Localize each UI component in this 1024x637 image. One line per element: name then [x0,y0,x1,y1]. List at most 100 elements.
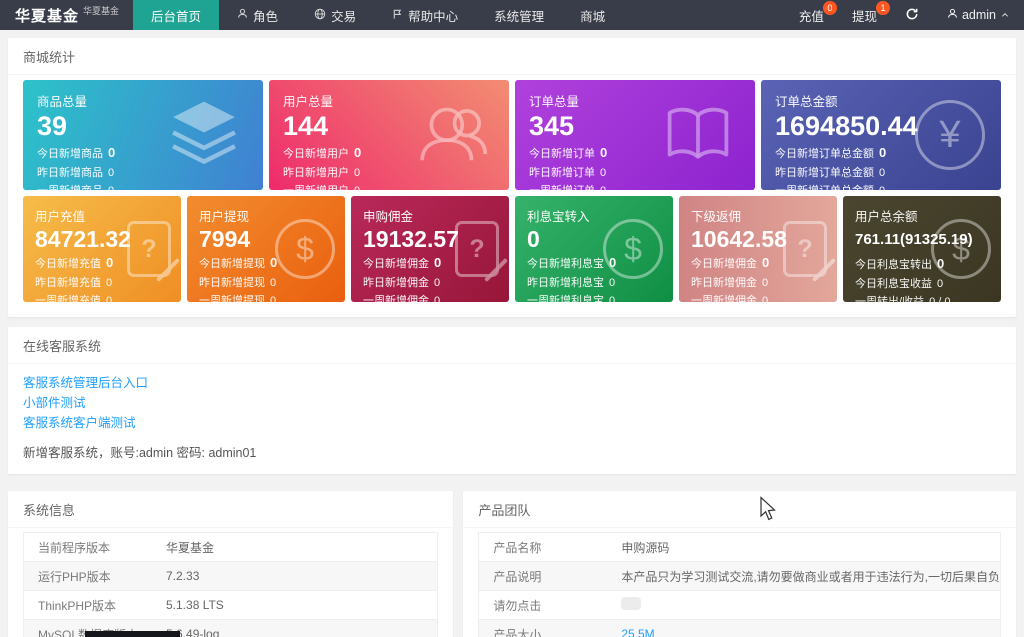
stat-value: 761.11(91325.19) [855,231,973,248]
stat-sub-value: 0 [108,166,115,179]
table-row: 产品大小 25.5M [479,620,1000,637]
nav-item-label: 系统管理 [494,9,545,24]
stat-sub-label: 昨日新增提现 [199,276,265,289]
stat-card-balance: 用户总余额 761.11(91325.19) 今日利息宝转出 0 今日利息宝收益 0… [843,196,1001,302]
stat-sub-value: 0 [106,295,113,302]
stat-value: 19132.57 [363,226,459,252]
stat-value: 7994 [199,226,251,252]
stat-value: 0 [527,226,540,252]
stat-title: 用户总量 [283,95,334,109]
nav-item-system[interactable]: 系统管理 [476,0,562,30]
stat-value: 10642.58 [691,226,787,252]
service-credentials-note: 新增客服系统，账号:admin 密码: admin01 [23,446,257,460]
stat-value: 39 [37,111,68,141]
stat-title: 用户总余额 [855,210,918,224]
stat-sub-label: 一周新增佣金 [691,295,757,302]
nav-item-roles[interactable]: 角色 [219,0,296,30]
system-info-table: 当前程序版本 华夏基金 运行PHP版本 7.2.33 ThinkPHP版本 5.1.3… [23,532,439,637]
stat-sub-value: 0 [879,145,887,161]
stat-sub-value: 0 [609,255,617,271]
stat-sub-value: 0 [106,255,114,271]
stat-sub-label: 一周新增佣金 [363,295,429,302]
nav-item-label: 角色 [253,9,279,24]
product-team-table: 产品名称 申购源码 产品说明 本产品只为学习测试交流,请勿要做商业或者用于违法行为,… [478,532,1001,637]
table-row: 运行PHP版本 7.2.33 [24,562,438,591]
stat-sub-label: 一周新增用户 [283,185,349,190]
stat-sub-value: 0 [108,185,114,190]
stat-sub-label: 一周新增商品 [37,185,103,190]
stat-card-order-amount: 订单总金额 1694850.44 今日新增订单总金额 0 昨日新增订单总金额 0 一… [761,80,1001,190]
stat-card-rebate: 下级返佣 10642.58 今日新增佣金 0 昨日新增佣金 0 一周新增佣金 0 ? [679,196,837,302]
stat-sub-label: 昨日新增订单总金额 [775,166,874,179]
stat-card-users: 用户总量 144 今日新增用户 0 昨日新增用户 0 一周新增用户 0 [269,80,509,190]
stat-value: 1694850.44 [775,111,918,141]
recharge-button[interactable]: 充值 0 [785,0,838,30]
stat-sub-label: 昨日新增利息宝 [527,276,604,289]
stat-sub-label: 今日新增用户 [283,148,349,161]
stat-sub-label: 今日新增佣金 [363,258,429,271]
stat-sub-label: 一周新增利息宝 [527,295,604,302]
stat-sub-label: 今日新增充值 [35,258,101,271]
stat-sub-value: 0 [762,295,769,302]
nav-item-help[interactable]: 帮助中心 [374,0,476,30]
stat-sub-label: 昨日新增用户 [283,166,349,179]
stat-sub-label: 昨日新增订单 [529,166,595,179]
stat-sub-value: 0 [762,276,769,289]
flag-icon [392,8,403,23]
stat-title: 商品总量 [37,95,88,109]
logo-subtext: 华夏基金 [83,6,120,16]
link-service-admin[interactable]: 客服系统管理后台入口 [23,375,1001,392]
stat-card-recharge: 用户充值 84721.32 今日新增充值 0 昨日新增充值 0 一周新增充值 0 ? [23,196,181,302]
stat-sub-value: 0 [270,295,277,302]
stat-sub-value: 0 [434,276,441,289]
link-widget-test[interactable]: 小部件测试 [23,395,1001,412]
stats-row-2: 用户充值 84721.32 今日新增充值 0 昨日新增充值 0 一周新增充值 0 ? … [23,196,1001,302]
placeholder-pill[interactable] [621,597,642,610]
stat-sub-value: 0 [354,166,361,179]
link-service-client-test[interactable]: 客服系统客户端测试 [23,415,1001,432]
app-logo[interactable]: 华夏基金 华夏基金 [0,0,133,30]
withdraw-button[interactable]: 提现 1 [838,0,891,30]
stat-title: 用户提现 [199,210,250,224]
stat-sub-label: 今日新增利息宝 [527,258,604,271]
user-menu[interactable]: admin [933,0,1024,30]
nav-item-trade[interactable]: 交易 [296,0,374,30]
refresh-icon [905,7,919,24]
stat-title: 订单总量 [529,95,580,109]
taskbar-fragment [85,631,180,637]
withdraw-badge: 1 [875,1,890,15]
product-size-link[interactable]: 25.5M [621,627,654,637]
nav-item-label: 后台首页 [151,9,202,24]
stat-sub-label: 一周转出/收益 [855,296,924,302]
table-row: 产品名称 申购源码 [479,533,1000,562]
table-row: 请勿点击 [479,591,1000,620]
refresh-button[interactable] [891,0,933,30]
stat-card-products: 商品总量 39 今日新增商品 0 昨日新增商品 0 一周新增商品 0 [23,80,263,190]
stat-sub-label: 昨日新增佣金 [691,276,757,289]
nav-item-label: 商城 [580,9,606,24]
stat-sub-value: 0 [270,276,277,289]
stat-sub-label: 昨日新增充值 [35,276,101,289]
nav-item-home[interactable]: 后台首页 [133,0,220,30]
stats-row-1: 商品总量 39 今日新增商品 0 昨日新增商品 0 一周新增商品 0 用户总量 144… [23,80,1001,190]
stat-value: 84721.32 [35,226,131,252]
stat-sub-label: 昨日新增商品 [37,166,103,179]
table-row: ThinkPHP版本 5.1.38 LTS [24,591,438,620]
withdraw-label: 提现 [851,9,877,24]
stat-sub-value: 0 [600,166,607,179]
stat-card-interest-in: 利息宝转入 0 今日新增利息宝 0 昨日新增利息宝 0 一周新增利息宝 0 $ [515,196,673,302]
stat-value: 144 [283,111,329,141]
stat-value: 345 [529,111,575,141]
stat-sub-label: 今日利息宝收益 [855,277,932,290]
stat-sub-value: 0 [354,185,360,190]
stat-sub-label: 今日新增订单总金额 [775,148,874,161]
stat-title: 用户充值 [35,210,86,224]
stat-card-orders: 订单总量 345 今日新增订单 0 昨日新增订单 0 一周新增订单 0 [515,80,755,190]
stat-sub-value: 0 [879,185,885,190]
stat-sub-label: 昨日新增佣金 [363,276,429,289]
globe-icon [314,8,326,23]
stat-sub-value: 0 [600,145,608,161]
nav-item-mall[interactable]: 商城 [562,0,623,30]
stat-sub-label: 今日新增商品 [37,148,103,161]
user-icon [947,8,958,22]
